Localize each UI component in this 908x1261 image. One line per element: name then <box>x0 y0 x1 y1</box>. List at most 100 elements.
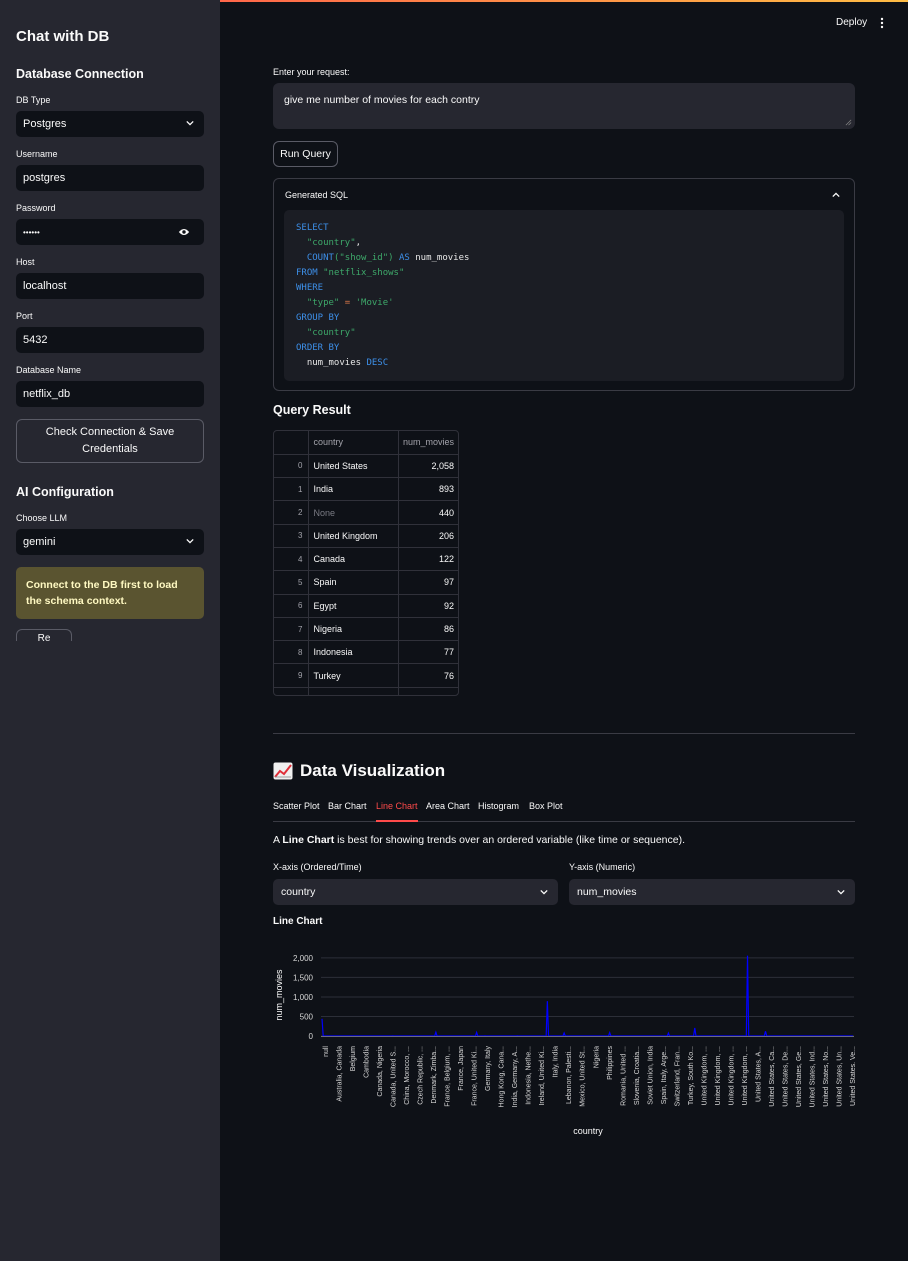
x-tick-label: Czech Republic, ... <box>418 1046 425 1105</box>
tab-box-plot[interactable]: Box Plot <box>529 801 563 822</box>
db-name-value: netflix_db <box>23 388 71 400</box>
x-tick-label: Ireland, United Ki... <box>539 1046 546 1106</box>
x-tick-label: Belgium <box>350 1046 357 1071</box>
username-value: postgres <box>23 172 66 184</box>
cell-num-movies[interactable]: 97 <box>398 570 458 595</box>
deploy-button[interactable]: Deploy <box>836 17 867 28</box>
tab-scatter-plot[interactable]: Scatter Plot <box>273 801 320 822</box>
y-axis-value: num_movies <box>577 886 637 898</box>
run-query-button[interactable]: Run Query <box>273 141 338 167</box>
table-row[interactable]: 5 Spain 97 <box>274 570 458 595</box>
x-tick-label: Mexico, United St... <box>580 1046 587 1107</box>
row-index: 6 <box>274 594 309 618</box>
db-name-input[interactable]: netflix_db <box>16 381 204 407</box>
y-tick-label: 1,500 <box>293 973 314 982</box>
cell-country[interactable]: None <box>308 500 399 525</box>
cell-num-movies[interactable]: 76 <box>398 663 458 688</box>
kebab-menu-icon[interactable] <box>880 17 884 29</box>
port-input[interactable]: 5432 <box>16 327 204 353</box>
table-row[interactable]: 0 United States 2,058 <box>274 454 458 479</box>
cell-num-movies[interactable]: 440 <box>398 500 458 525</box>
tab-area-chart[interactable]: Area Chart <box>426 801 470 822</box>
cell-country[interactable]: Spain <box>308 570 399 595</box>
x-tick-label: United Kingdom, ... <box>742 1046 749 1106</box>
cell-country[interactable]: Turkey <box>308 663 399 688</box>
cell-country[interactable]: United Kingdom <box>308 524 399 548</box>
cell-country[interactable]: Nigeria <box>308 617 399 642</box>
tab-histogram[interactable]: Histogram <box>478 801 519 822</box>
table-row[interactable]: 9 Turkey 76 <box>274 663 458 688</box>
table-row[interactable]: 6 Egypt 92 <box>274 594 458 618</box>
check-connection-button[interactable]: Check Connection & Save Credentials <box>16 419 204 463</box>
cell-num-movies[interactable]: 77 <box>398 640 458 665</box>
chevron-down-icon <box>186 538 194 544</box>
column-header-country[interactable]: country <box>308 431 399 455</box>
x-tick-label: United Kingdom, ... <box>728 1046 735 1106</box>
host-input[interactable]: localhost <box>16 273 204 299</box>
cell-num-movies[interactable]: 206 <box>398 524 458 548</box>
x-tick-label: United Kingdom, ... <box>715 1046 722 1106</box>
cell-num-movies[interactable]: 122 <box>398 547 458 572</box>
y-axis-label: num_movies <box>274 969 284 1021</box>
request-value: give me number of movies for each contry <box>284 94 480 106</box>
cell-country[interactable]: Indonesia <box>308 640 399 665</box>
column-header-num-movies[interactable]: num_movies <box>398 431 458 455</box>
y-axis-select[interactable]: num_movies <box>569 879 855 905</box>
password-input[interactable]: •••••• <box>16 219 204 245</box>
table-row[interactable]: 8 Indonesia 77 <box>274 640 458 665</box>
table-row[interactable]: 3 United Kingdom 206 <box>274 524 458 548</box>
table-row[interactable]: 7 Nigeria 86 <box>274 617 458 642</box>
db-type-label: DB Type <box>16 95 51 105</box>
x-tick-label: United States, Ind... <box>810 1046 817 1108</box>
x-tick-label: Canada, United S... <box>391 1046 398 1107</box>
cell-country[interactable]: United States <box>308 454 399 479</box>
cell-country[interactable]: Canada <box>308 547 399 572</box>
eye-icon[interactable] <box>178 227 190 237</box>
cell-num-movies[interactable]: 2,058 <box>398 454 458 479</box>
table-row[interactable]: 4 Canada 122 <box>274 547 458 572</box>
x-tick-label: Slovenia, Croatia... <box>634 1046 641 1105</box>
x-tick-label: United States, Un... <box>837 1046 844 1107</box>
table-row[interactable]: 1 India 893 <box>274 477 458 502</box>
line-chart[interactable]: 0 500 1,000 1,500 2,000 num_moviesnull Austral… <box>273 935 855 1145</box>
ai-config-heading: AI Configuration <box>16 485 114 499</box>
host-label: Host <box>16 257 35 267</box>
db-name-label: Database Name <box>16 365 82 375</box>
tab-line-chart[interactable]: Line Chart <box>376 801 418 822</box>
db-type-value: Postgres <box>23 118 67 130</box>
query-result-title: Query Result <box>273 403 351 417</box>
port-value: 5432 <box>23 334 48 346</box>
port-label: Port <box>16 311 33 321</box>
generated-sql-header[interactable]: Generated SQL <box>285 190 348 200</box>
sidebar-lower-area <box>0 652 220 1261</box>
chevron-up-icon[interactable] <box>832 191 840 199</box>
x-tick-label: United States, Ca... <box>769 1046 776 1107</box>
index-header <box>274 431 309 455</box>
table-row-partial <box>274 687 458 695</box>
y-tick-label: 0 <box>309 1032 314 1041</box>
username-input[interactable]: postgres <box>16 165 204 191</box>
cell-country[interactable]: Egypt <box>308 594 399 618</box>
tab-bar-chart[interactable]: Bar Chart <box>328 801 367 822</box>
resize-handle-icon[interactable] <box>845 119 852 126</box>
row-index: 8 <box>274 640 309 665</box>
x-tick-label: Switzerland, Fran... <box>674 1046 681 1106</box>
request-textarea[interactable]: give me number of movies for each contry <box>273 83 855 129</box>
result-dataframe[interactable]: country num_movies 0 United States 2,058 1 I… <box>273 430 459 696</box>
llm-select[interactable]: gemini <box>16 529 204 555</box>
cell-num-movies[interactable]: 86 <box>398 617 458 642</box>
cell-num-movies[interactable]: 893 <box>398 477 458 502</box>
x-axis-select[interactable]: country <box>273 879 558 905</box>
y-tick-label: 500 <box>300 1012 314 1021</box>
username-label: Username <box>16 149 58 159</box>
request-label: Enter your request: <box>273 67 350 77</box>
db-type-select[interactable]: Postgres <box>16 111 204 137</box>
chevron-down-icon <box>186 120 194 126</box>
x-tick-label: Philippines <box>607 1046 614 1080</box>
data-visualization-title-text: Data Visualization <box>300 761 446 780</box>
x-axis-value: country <box>281 886 316 898</box>
partial-sidebar-button[interactable]: Re <box>16 629 72 641</box>
table-row[interactable]: 2 None 440 <box>274 500 458 525</box>
cell-num-movies[interactable]: 92 <box>398 594 458 618</box>
cell-country[interactable]: India <box>308 477 399 502</box>
